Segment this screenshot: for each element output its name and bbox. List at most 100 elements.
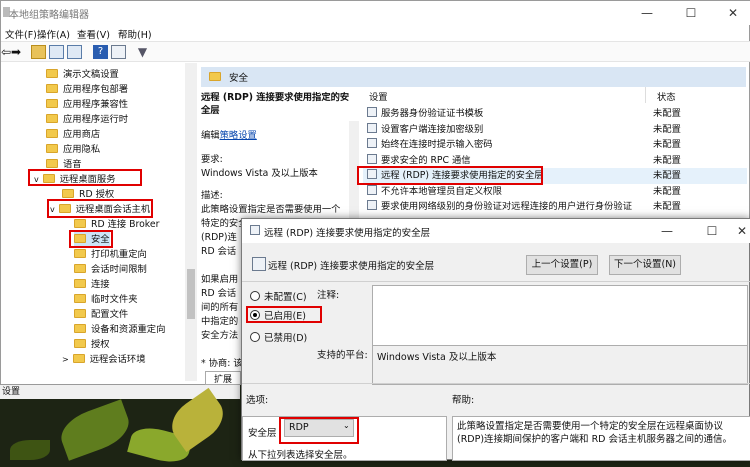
help-icon[interactable]: ? bbox=[93, 45, 108, 59]
policy-icon bbox=[367, 184, 377, 195]
column-header-state[interactable]: 状态 bbox=[657, 89, 676, 104]
tree-item[interactable]: 打印机重定向 bbox=[74, 247, 147, 262]
radio-icon bbox=[250, 332, 260, 342]
folder-icon bbox=[46, 144, 58, 153]
policy-list: 设置 状态 服务器身份验证证书模板 未配置 设置客户端连接加密级别 未配置 始终在连… bbox=[363, 87, 747, 217]
list-item[interactable]: 始终在连接时提示输入密码 未配置 bbox=[363, 137, 747, 153]
forward-icon[interactable]: ➡ bbox=[11, 45, 26, 59]
security-layer-label: 安全层 bbox=[248, 428, 277, 439]
tree-item[interactable]: 应用程序包部署 bbox=[46, 82, 128, 97]
divider bbox=[242, 383, 750, 384]
folder-icon bbox=[74, 264, 86, 273]
close-button[interactable]: ✕ bbox=[713, 1, 750, 25]
properties-icon[interactable] bbox=[111, 45, 126, 59]
tree-item[interactable]: 应用商店 bbox=[46, 127, 100, 142]
right-pane-title: 安全 bbox=[229, 73, 249, 84]
edit-prefix: 编辑 bbox=[201, 130, 220, 141]
tree-item[interactable]: 授权 bbox=[74, 337, 110, 352]
menu-bar: 文件(F) 操作(A) 查看(V) 帮助(H) bbox=[1, 25, 750, 41]
dialog-close-button[interactable]: ✕ bbox=[732, 219, 750, 243]
maximize-button[interactable]: ☐ bbox=[671, 1, 711, 25]
tree-item[interactable]: 设备和资源重定向 bbox=[74, 322, 165, 337]
radio-not-configured[interactable]: 未配置(C) bbox=[250, 289, 307, 303]
help-panel: 此策略设置指定是否需要使用一个特定的安全层在远程桌面协议(RDP)连接期间保护的… bbox=[452, 416, 750, 461]
menu-view[interactable]: 查看(V) bbox=[77, 27, 110, 41]
tree-item[interactable]: 应用程序运行时 bbox=[46, 112, 128, 127]
highlight-box bbox=[357, 166, 543, 185]
chevron-right-icon: > bbox=[62, 355, 69, 364]
tree-item[interactable]: 临时文件夹 bbox=[74, 292, 138, 307]
filter-icon[interactable]: ▼ bbox=[135, 45, 150, 59]
folder-icon bbox=[74, 324, 86, 333]
platform-field: Windows Vista 及以上版本 bbox=[372, 345, 748, 385]
prev-setting-button[interactable]: 上一个设置(P) bbox=[526, 255, 598, 275]
column-header-setting[interactable]: 设置 bbox=[369, 89, 388, 104]
folder-icon bbox=[74, 249, 86, 258]
security-hint: 从下拉列表选择安全层。 bbox=[248, 450, 353, 461]
folder-icon bbox=[74, 219, 86, 228]
tree-item[interactable]: 演示文稿设置 bbox=[46, 67, 119, 82]
policy-icon bbox=[367, 138, 377, 148]
tree-item[interactable]: 会话时间限制 bbox=[74, 262, 147, 277]
highlight-box bbox=[28, 169, 142, 186]
list-item[interactable]: 设置客户端连接加密级别 未配置 bbox=[363, 122, 747, 138]
edit-policy-link[interactable]: 策略设置 bbox=[220, 130, 257, 141]
column-divider bbox=[645, 87, 646, 103]
menu-action[interactable]: 操作(A) bbox=[37, 27, 70, 41]
plant-leaf bbox=[10, 440, 50, 460]
next-setting-button[interactable]: 下一个设置(N) bbox=[609, 255, 681, 275]
folder-icon bbox=[209, 72, 221, 81]
options-label: 选项: bbox=[246, 395, 269, 406]
tree-item[interactable]: 配置文件 bbox=[74, 307, 128, 322]
window-title: 本地组策略编辑器 bbox=[9, 10, 89, 21]
policy-icon bbox=[367, 153, 377, 164]
description-line: 此策略设置指定是否需要使用一个 bbox=[201, 204, 341, 215]
folder-icon bbox=[46, 114, 58, 123]
list-item[interactable]: 服务器身份验证证书模板 未配置 bbox=[363, 106, 747, 122]
list-view-icon[interactable] bbox=[67, 45, 82, 59]
folder-icon bbox=[74, 309, 86, 318]
minimize-button[interactable]: — bbox=[627, 1, 667, 25]
dialog-heading: 远程 (RDP) 连接要求使用指定的安全层 bbox=[268, 261, 435, 272]
highlight-box bbox=[246, 306, 322, 323]
folder-icon bbox=[46, 99, 58, 108]
menu-file[interactable]: 文件(F) bbox=[5, 27, 37, 41]
platform-label: 支持的平台: bbox=[317, 350, 368, 361]
tree-item[interactable]: 应用程序兼容性 bbox=[46, 97, 128, 112]
policy-title: 远程 (RDP) 连接要求使用指定的安全层 bbox=[201, 92, 350, 116]
highlight-box bbox=[69, 230, 113, 248]
up-folder-icon[interactable] bbox=[31, 45, 46, 59]
help-label: 帮助: bbox=[452, 395, 475, 406]
help-text: 此策略设置指定是否需要使用一个特定的安全层在远程桌面协议(RDP)连接期间保护的… bbox=[457, 421, 733, 445]
folder-icon bbox=[74, 339, 86, 348]
menu-help[interactable]: 帮助(H) bbox=[118, 27, 152, 41]
description-label: 描述: bbox=[201, 190, 223, 201]
radio-icon bbox=[250, 291, 260, 301]
policy-icon bbox=[250, 225, 260, 235]
show-tree-icon[interactable] bbox=[49, 45, 64, 59]
title-bar: 本地组策略编辑器 — ☐ ✕ bbox=[1, 1, 750, 25]
dialog-minimize-button[interactable]: — bbox=[652, 219, 682, 243]
toolbar: ⇦ ➡ ? ▼ bbox=[1, 41, 750, 62]
folder-icon bbox=[74, 279, 86, 288]
folder-icon bbox=[74, 294, 86, 303]
tab-extended[interactable]: 扩展 bbox=[205, 371, 241, 385]
platform-value: Windows Vista 及以上版本 bbox=[377, 352, 497, 363]
tree-item[interactable]: 连接 bbox=[74, 277, 110, 292]
policy-icon bbox=[367, 200, 377, 210]
tree-scrollbar-thumb[interactable] bbox=[187, 269, 195, 319]
folder-icon bbox=[72, 354, 85, 363]
dialog-title: 远程 (RDP) 连接要求使用指定的安全层 bbox=[264, 228, 431, 239]
radio-disabled[interactable]: 已禁用(D) bbox=[250, 330, 307, 344]
tree-scrollbar[interactable] bbox=[185, 63, 197, 381]
requirements-label: 要求: bbox=[201, 154, 223, 165]
policy-icon bbox=[252, 257, 266, 271]
dialog-maximize-button[interactable]: ☐ bbox=[697, 219, 727, 243]
folder-icon bbox=[46, 84, 58, 93]
list-item[interactable]: 要求使用网络级别的身份验证对远程连接的用户进行身份验证 未配置 bbox=[363, 199, 747, 215]
tree-item[interactable]: 应用隐私 bbox=[46, 142, 100, 157]
right-pane-header: 安全 bbox=[201, 67, 746, 87]
list-item[interactable]: 不允许本地管理员自定义权限 未配置 bbox=[363, 184, 747, 200]
tree-item[interactable]: > 远程会话环境 bbox=[62, 352, 146, 367]
folder-icon bbox=[62, 189, 74, 198]
